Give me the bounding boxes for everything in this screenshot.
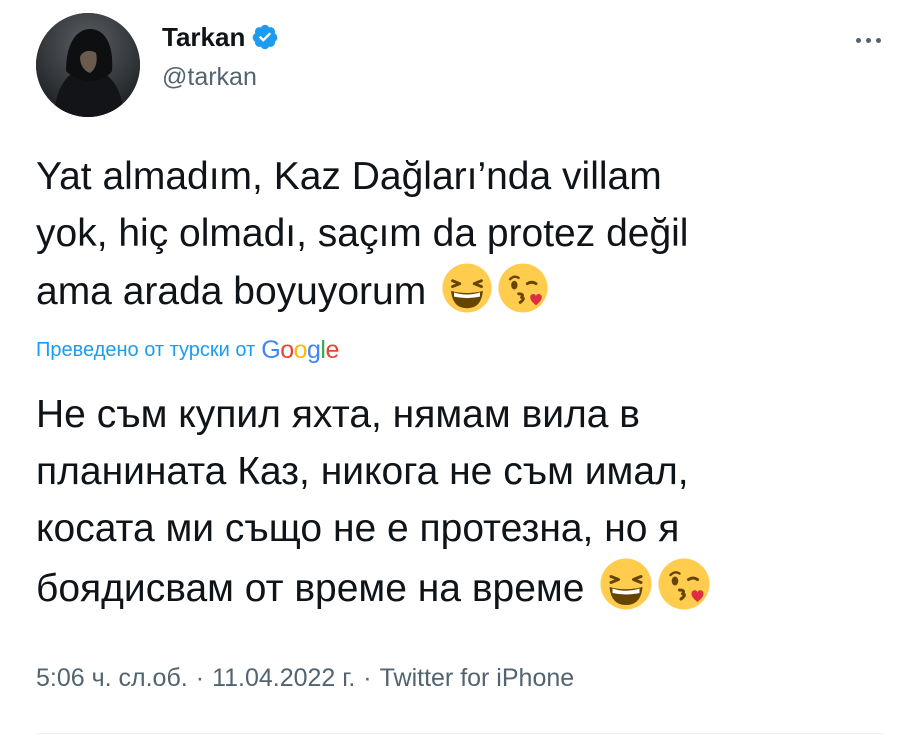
tweet-time[interactable]: 5:06 ч. сл.об. xyxy=(36,664,188,693)
author-handle[interactable]: @tarkan xyxy=(162,62,257,92)
avatar[interactable] xyxy=(36,13,140,117)
face-blowing-a-kiss-icon xyxy=(657,557,711,627)
tweet-original-text: Yat almadım, Kaz Dağları’nda villam yok,… xyxy=(36,148,896,330)
tweet-source[interactable]: Twitter for iPhone xyxy=(380,664,575,693)
author-name-row: Tarkan xyxy=(162,22,279,52)
meta-separator: · xyxy=(195,664,205,692)
translation-note[interactable]: Преведено от турски от Google xyxy=(36,336,339,364)
translated-line: Не съм купил яхта, нямам вила в xyxy=(36,393,640,436)
more-options-icon[interactable] xyxy=(850,30,886,50)
grinning-squinting-face-icon xyxy=(441,262,493,330)
google-logo: Google xyxy=(261,336,339,364)
verified-badge-icon xyxy=(251,23,279,51)
meta-separator: · xyxy=(363,664,372,692)
face-blowing-a-kiss-icon xyxy=(497,262,549,330)
divider xyxy=(36,733,884,734)
original-line: ama arada boyuyorum xyxy=(36,270,427,313)
translated-line: косата ми също не е протезна, но я xyxy=(36,507,680,550)
original-line: yok, hiç olmadı, saçım da protez değil xyxy=(36,212,689,255)
original-line: Yat almadım, Kaz Dağları’nda villam xyxy=(36,155,662,198)
tweet-date[interactable]: 11.04.2022 г. xyxy=(212,664,355,693)
grinning-squinting-face-icon xyxy=(599,557,653,627)
tweet-translated-text: Не съм купил яхта, нямам вила в планинат… xyxy=(36,386,896,627)
translated-line: боядисвам от време на време xyxy=(36,567,585,610)
tweet-meta: 5:06 ч. сл.об. · 11.04.2022 г. · Twitter… xyxy=(36,664,574,693)
author-name[interactable]: Tarkan xyxy=(162,22,245,52)
translation-note-label: Преведено от турски от xyxy=(36,338,256,361)
tweet: Tarkan @tarkan Yat almadım, Kaz Dağları’… xyxy=(0,0,920,737)
translated-line: планината Каз, никога не съм имал, xyxy=(36,450,689,493)
